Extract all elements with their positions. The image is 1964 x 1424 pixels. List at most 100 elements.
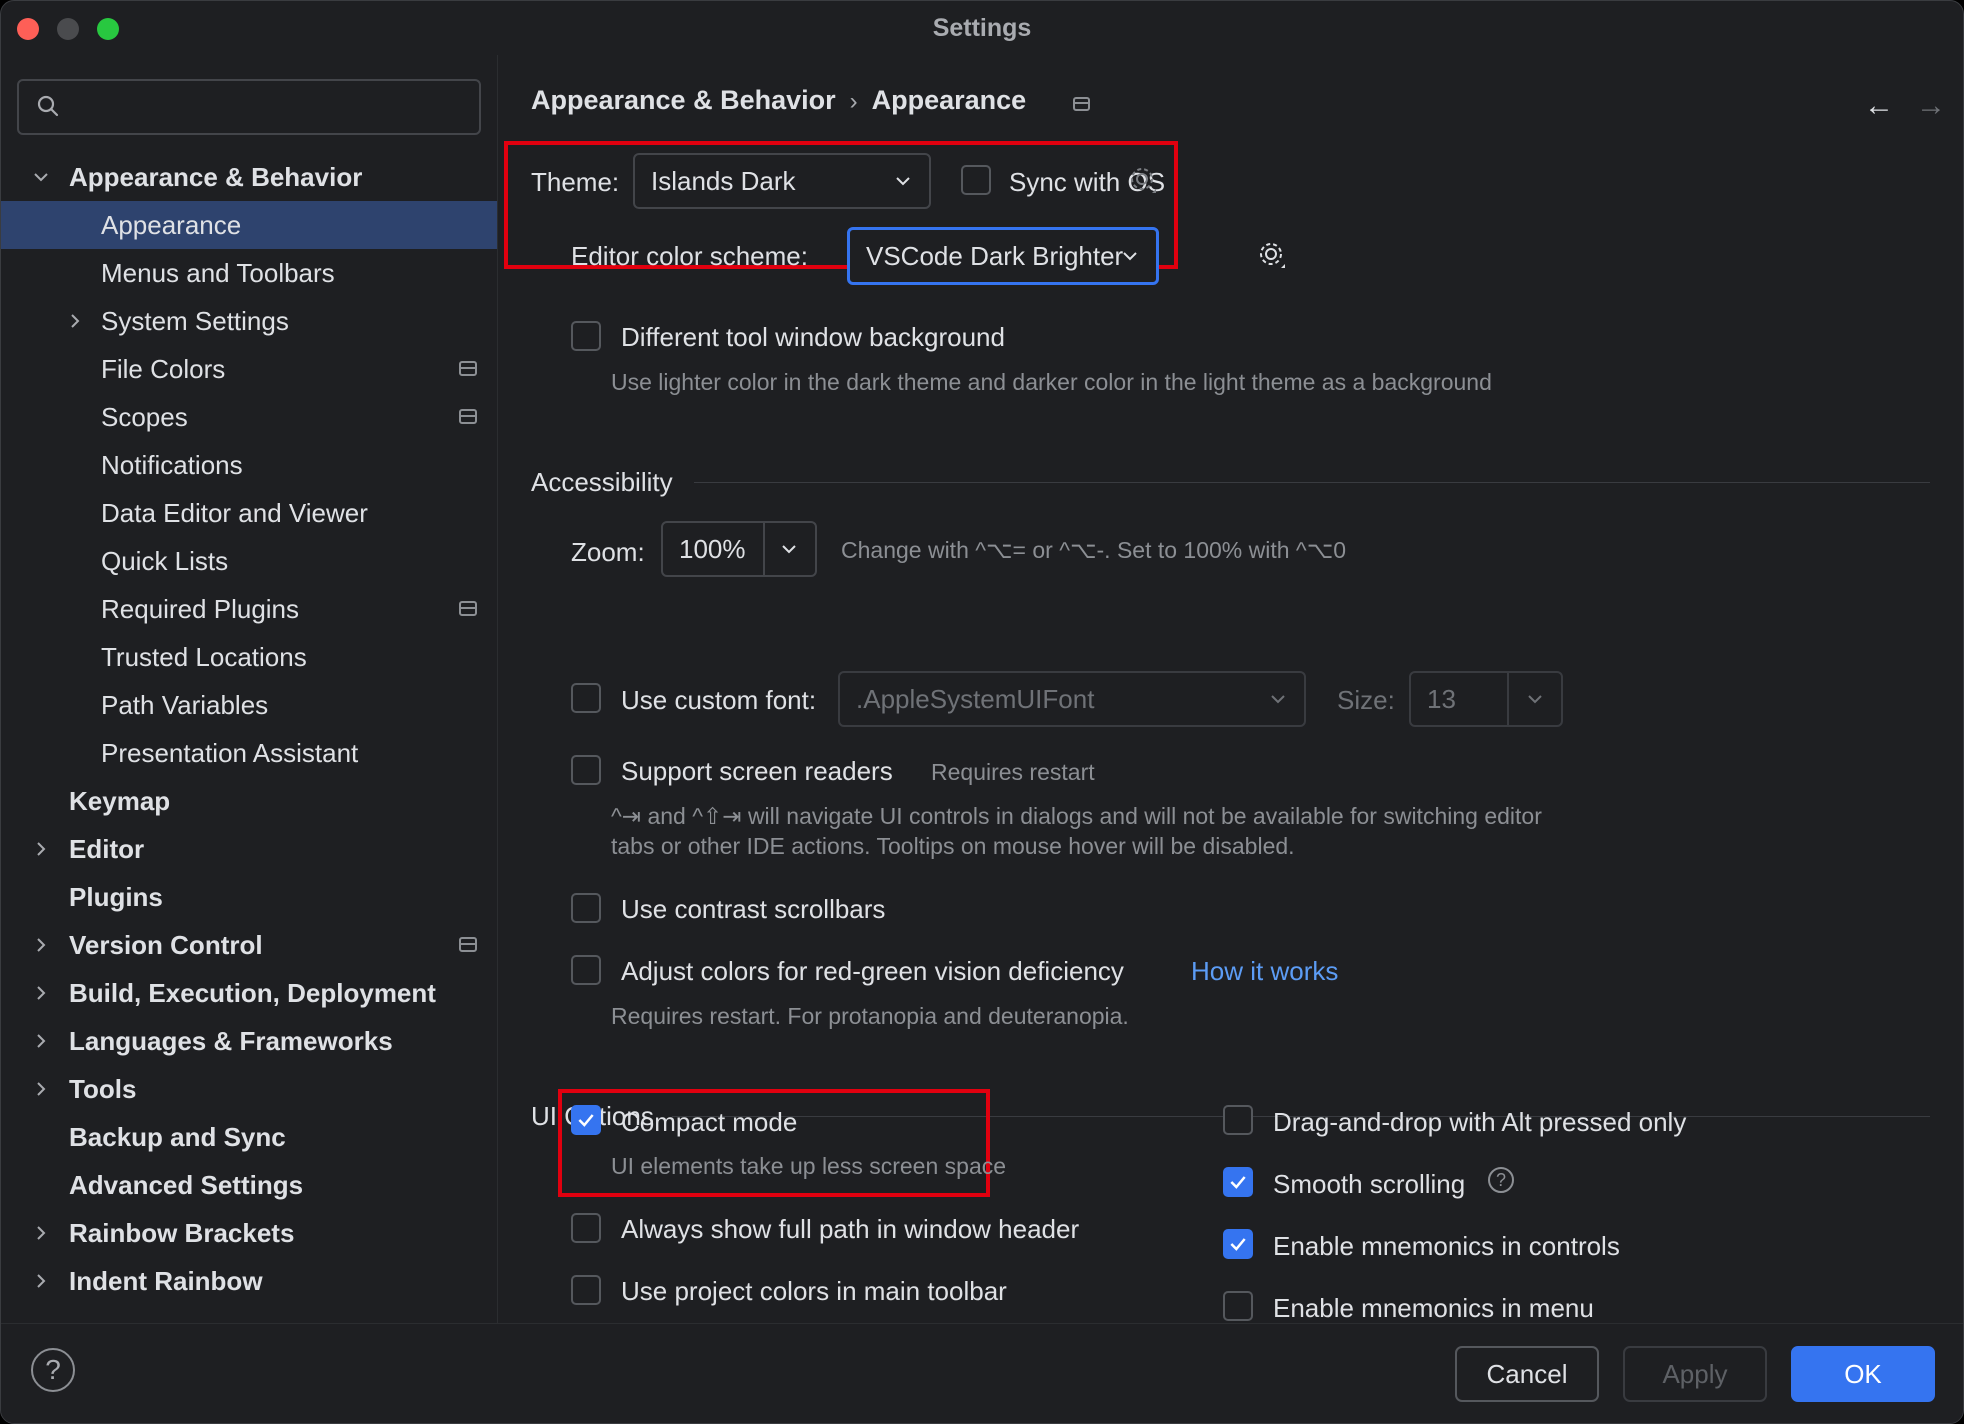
chevron-down-icon [1528,695,1542,704]
search-icon [37,95,59,117]
how-it-works-link[interactable]: How it works [1191,956,1338,987]
sidebar-item-notifications[interactable]: Notifications [1,441,497,489]
editor-scheme-gear-icon[interactable] [1257,240,1287,270]
sidebar-item-label: Scopes [101,402,188,432]
screen-readers-checkbox[interactable] [571,755,601,785]
sidebar-item-keymap[interactable]: Keymap [1,777,497,825]
sidebar-item-path-variables[interactable]: Path Variables [1,681,497,729]
compact-mode-label: Compact mode [621,1107,798,1137]
tool-window-bg-label: Different tool window background [621,322,1005,352]
sidebar-item-label: Advanced Settings [69,1170,304,1200]
mnemonics-menu-checkbox[interactable] [1223,1291,1253,1321]
screen-readers-note: Requires restart [931,759,1095,785]
settings-sidebar: Appearance & Behavior Appearance Menus and… [1,55,497,1323]
full-path-checkbox[interactable] [571,1213,601,1243]
sidebar-item-plugins[interactable]: Plugins [1,873,497,921]
chevron-right-icon[interactable] [33,985,49,1001]
chevron-right-icon[interactable] [33,937,49,953]
smooth-scrolling-checkbox[interactable] [1223,1167,1253,1197]
sidebar-item-label: Appearance [101,210,242,240]
sidebar-item-appearance[interactable]: Appearance [1,201,497,249]
compact-mode-checkbox[interactable] [571,1105,601,1135]
chevron-right-icon[interactable] [33,1225,49,1241]
sidebar-item-build-execution-deployment[interactable]: Build, Execution, Deployment [1,969,497,1017]
smooth-scrolling-label: Smooth scrolling [1273,1169,1466,1199]
sidebar-item-label: Presentation Assistant [101,738,359,768]
sidebar-item-label: Required Plugins [101,594,300,624]
sidebar-item-label: Keymap [69,786,171,816]
mnemonics-menu-label: Enable mnemonics in menu [1273,1293,1594,1323]
sidebar-item-label: Trusted Locations [101,642,307,672]
sidebar-item-data-editor-and-viewer[interactable]: Data Editor and Viewer [1,489,497,537]
chevron-down-icon [896,177,910,186]
tool-window-bg-checkbox[interactable] [571,321,601,351]
editor-scheme-dropdown[interactable]: VSCode Dark Brighter [847,227,1159,285]
chevron-right-icon[interactable] [33,841,49,857]
sidebar-item-appearance-and-behavior[interactable]: Appearance & Behavior [1,153,497,201]
sidebar-item-label: File Colors [101,354,226,384]
size-dropdown[interactable]: 13 [1409,671,1563,727]
chevron-right-icon[interactable] [33,1033,49,1049]
chevron-right-icon[interactable] [33,1273,49,1289]
sidebar-item-label: Editor [69,834,145,864]
sidebar-item-label: Menus and Toolbars [101,258,335,288]
zoom-dropdown[interactable]: 100% [661,521,817,577]
sidebar-item-label: Build, Execution, Deployment [69,978,436,1008]
custom-font-dropdown[interactable]: .AppleSystemUIFont [838,671,1306,727]
checkmark-icon [578,1114,594,1127]
sidebar-item-advanced-settings[interactable]: Advanced Settings [1,1161,497,1209]
project-colors-checkbox[interactable] [571,1275,601,1305]
editor-scheme-label: Editor color scheme: [571,241,808,271]
sidebar-item-presentation-assistant[interactable]: Presentation Assistant [1,729,497,777]
ok-button[interactable]: OK [1791,1346,1935,1402]
sidebar-item-indent-rainbow[interactable]: Indent Rainbow [1,1257,497,1305]
sidebar-item-scopes[interactable]: Scopes [1,393,497,441]
smooth-scrolling-help-icon[interactable]: ? [1488,1167,1514,1193]
dialog-footer: ? Cancel Apply OK [1,1323,1963,1423]
compact-mode-hint: UI elements take up less screen space [611,1153,1007,1179]
zoom-value: 100% [679,534,746,564]
sidebar-item-system-settings[interactable]: System Settings [1,297,497,345]
settings-search[interactable] [17,79,481,135]
sidebar-item-label: Backup and Sync [69,1122,286,1152]
sidebar-item-languages-and-frameworks[interactable]: Languages & Frameworks [1,1017,497,1065]
sidebar-item-label: System Settings [101,306,289,336]
sidebar-item-trusted-locations[interactable]: Trusted Locations [1,633,497,681]
sidebar-item-required-plugins[interactable]: Required Plugins [1,585,497,633]
settings-content: Appearance & Behavior › Appearance ← → The… [498,55,1963,1323]
sidebar-item-editor[interactable]: Editor [1,825,497,873]
sidebar-item-file-colors[interactable]: File Colors [1,345,497,393]
help-icon[interactable]: ? [31,1348,75,1392]
sidebar-item-label: Version Control [69,930,263,960]
theme-gear-icon[interactable] [1128,165,1158,195]
color-deficiency-checkbox[interactable] [571,955,601,985]
pin-icon [459,409,477,424]
mnemonics-controls-checkbox[interactable] [1223,1229,1253,1259]
chevron-down-icon[interactable] [33,169,49,185]
forward-arrow-icon[interactable]: → [1916,89,1946,123]
sidebar-item-quick-lists[interactable]: Quick Lists [1,537,497,585]
contrast-scrollbars-checkbox[interactable] [571,893,601,923]
size-label: Size: [1337,685,1395,715]
back-arrow-icon[interactable]: ← [1864,89,1894,123]
theme-dropdown[interactable]: Islands Dark [633,153,931,209]
chevron-right-icon[interactable] [67,313,83,329]
sidebar-item-rainbow-brackets[interactable]: Rainbow Brackets [1,1209,497,1257]
sidebar-item-backup-and-sync[interactable]: Backup and Sync [1,1113,497,1161]
apply-button[interactable]: Apply [1623,1346,1767,1402]
sync-with-os-checkbox[interactable] [961,165,991,195]
custom-font-checkbox[interactable] [571,683,601,713]
pin-icon [459,601,477,616]
breadcrumb-parent[interactable]: Appearance & Behavior [531,85,836,115]
custom-font-label: Use custom font: [621,685,817,715]
chevron-right-icon[interactable] [33,1081,49,1097]
sidebar-item-menus-and-toolbars[interactable]: Menus and Toolbars [1,249,497,297]
zoom-label: Zoom: [571,537,645,567]
sidebar-item-tools[interactable]: Tools [1,1065,497,1113]
sidebar-item-version-control[interactable]: Version Control [1,921,497,969]
search-input[interactable] [83,89,463,125]
cancel-button[interactable]: Cancel [1455,1346,1599,1402]
full-path-label: Always show full path in window header [621,1214,1080,1244]
dnd-alt-checkbox[interactable] [1223,1105,1253,1135]
zoom-hint: Change with ^⌥= or ^⌥-. Set to 100% with… [841,537,1347,563]
